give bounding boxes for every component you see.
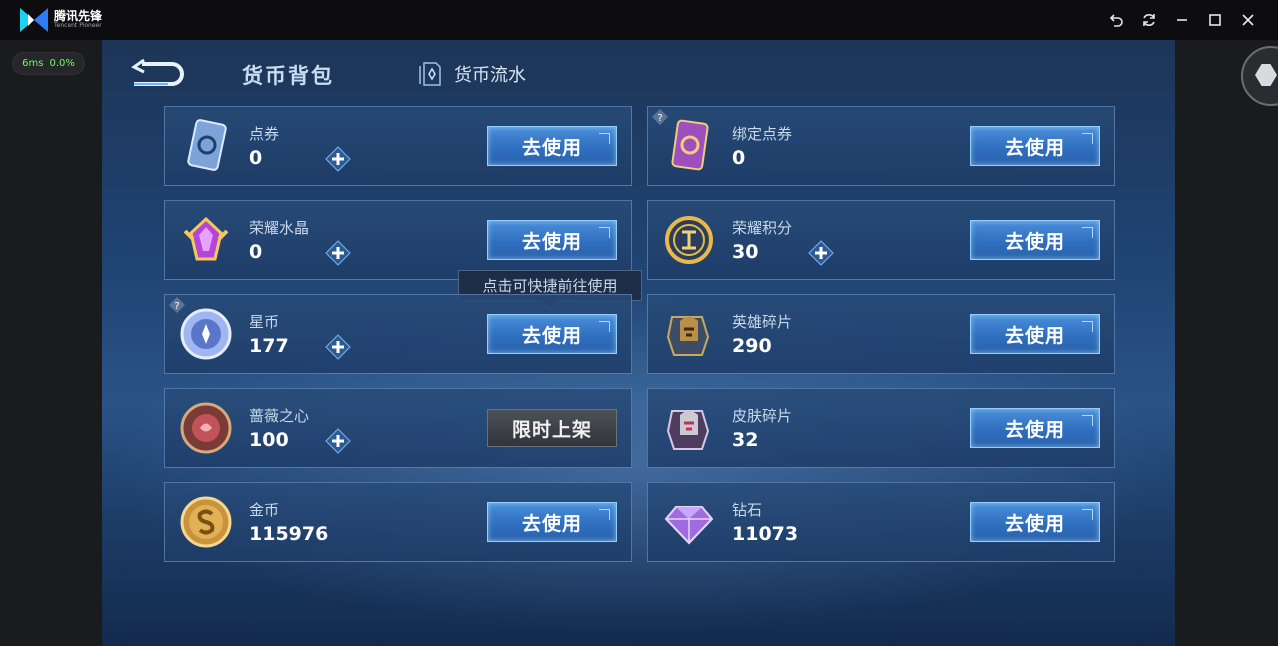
ticket-card-icon (177, 117, 235, 175)
close-icon[interactable] (1236, 8, 1260, 32)
pioneer-logo-icon (20, 8, 48, 32)
currency-card-glory-crystal: 荣耀水晶 0 去使用 (164, 200, 632, 280)
app-logo: 腾讯先锋 Tencent Pioneer (18, 6, 104, 34)
use-button[interactable]: 去使用 (487, 502, 617, 542)
minimize-icon[interactable] (1170, 8, 1194, 32)
currency-name: 金币 (249, 501, 280, 519)
limited-time-button[interactable]: 限时上架 (487, 409, 617, 447)
tab-currency-flow[interactable]: 货币流水 (416, 60, 526, 88)
left-sidebar: 6ms 0.0% (0, 40, 102, 646)
ping-value: 6ms (22, 58, 44, 69)
currency-name: 绑定点券 (732, 125, 793, 143)
flow-card-icon (419, 62, 441, 86)
bound-ticket-card-icon (660, 117, 718, 175)
floating-menu-icon[interactable] (1241, 46, 1278, 106)
app-name: 腾讯先锋 (54, 9, 103, 23)
add-icon[interactable] (325, 240, 351, 266)
currency-name: 荣耀积分 (732, 219, 793, 237)
use-button[interactable]: 去使用 (970, 314, 1100, 354)
currency-card-gold-coin: 金币 115976 去使用 (164, 482, 632, 562)
currency-value: 177 (249, 335, 289, 357)
currency-value: 290 (732, 335, 772, 357)
app-subtitle: Tencent Pioneer (54, 22, 102, 29)
use-button[interactable]: 去使用 (970, 502, 1100, 542)
tab-currency-flow-label: 货币流水 (454, 65, 526, 86)
currency-value: 0 (249, 241, 263, 263)
currency-name: 荣耀水晶 (249, 219, 310, 237)
use-button[interactable]: 去使用 (970, 126, 1100, 166)
currency-value: 32 (732, 429, 759, 451)
add-icon[interactable] (325, 146, 351, 172)
refresh-icon[interactable] (1137, 8, 1161, 32)
gold-coin-icon (177, 493, 235, 551)
currency-card-glory-points: 荣耀积分 30 去使用 (647, 200, 1115, 280)
right-sidebar (1175, 40, 1278, 646)
game-screen: 货币背包 货币流水 点券 0 去使用 ? 绑定点券 0 去使用 荣耀水晶 0 去… (102, 40, 1175, 646)
currency-card-ticket: 点券 0 去使用 (164, 106, 632, 186)
use-button[interactable]: 去使用 (970, 220, 1100, 260)
title-bar: 腾讯先锋 Tencent Pioneer (0, 0, 1278, 40)
currency-card-star-coin: ? 星币 177 去使用 (164, 294, 632, 374)
perf-indicator: 6ms 0.0% (12, 52, 85, 75)
currency-value: 11073 (732, 523, 799, 545)
currency-name: 点券 (249, 125, 280, 143)
app-window: 腾讯先锋 Tencent Pioneer 6ms 0.0% 货币背包 货币流水 … (0, 0, 1278, 646)
currency-name: 英雄碎片 (732, 313, 793, 331)
rose-heart-icon (177, 399, 235, 457)
add-icon[interactable] (808, 240, 834, 266)
use-button[interactable]: 去使用 (487, 220, 617, 260)
currency-card-skin-fragment: 皮肤碎片 32 去使用 (647, 388, 1115, 468)
use-button[interactable]: 去使用 (970, 408, 1100, 448)
hero-fragment-icon (660, 305, 718, 363)
tab-currency-bag[interactable]: 货币背包 (242, 60, 334, 90)
back-arrow-icon (131, 58, 184, 86)
use-button[interactable]: 去使用 (487, 126, 617, 166)
skin-fragment-icon (660, 399, 718, 457)
currency-name: 皮肤碎片 (732, 407, 793, 425)
currency-value: 0 (732, 147, 746, 169)
currency-card-hero-fragment: 英雄碎片 290 去使用 (647, 294, 1115, 374)
undo-icon[interactable] (1104, 8, 1128, 32)
currency-name: 星币 (249, 313, 280, 331)
back-button[interactable] (128, 58, 184, 88)
glory-points-icon (660, 211, 718, 269)
currency-value: 30 (732, 241, 759, 263)
currency-card-diamond: 钻石 11073 去使用 (647, 482, 1115, 562)
add-icon[interactable] (325, 428, 351, 454)
currency-card-rose-heart: 蔷薇之心 100 限时上架 (164, 388, 632, 468)
currency-value: 115976 (249, 523, 329, 545)
glory-crystal-icon (177, 211, 235, 269)
currency-name: 钻石 (732, 501, 763, 519)
currency-card-bound-ticket: ? 绑定点券 0 去使用 (647, 106, 1115, 186)
diamond-icon (660, 493, 718, 551)
currency-value: 100 (249, 429, 289, 451)
star-coin-icon (177, 305, 235, 363)
add-icon[interactable] (325, 334, 351, 360)
use-button[interactable]: 去使用 (487, 314, 617, 354)
currency-name: 蔷薇之心 (249, 407, 310, 425)
currency-value: 0 (249, 147, 263, 169)
maximize-icon[interactable] (1203, 8, 1227, 32)
loss-value: 0.0% (49, 58, 75, 69)
